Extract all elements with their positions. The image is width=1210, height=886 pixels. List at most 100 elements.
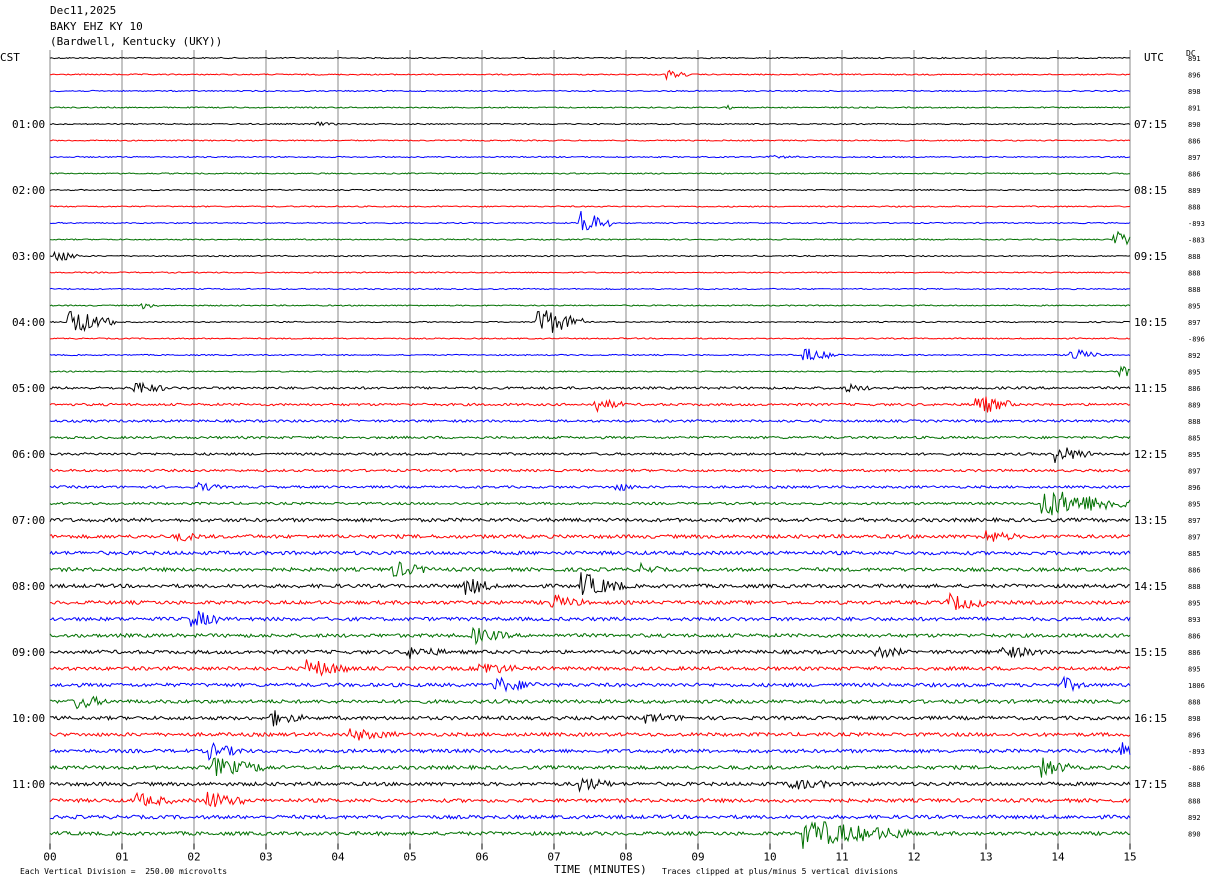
x-axis-ticks: 00 01 02 03 04 05 06 07 08 09 10 11 12 13 14 15 — [43, 843, 1137, 864]
trace-row-34 — [49, 610, 1131, 627]
dc-value-row-0: 891 — [1188, 55, 1201, 63]
trace-row-4 — [49, 121, 1131, 127]
trace-row-9 — [49, 205, 1131, 208]
trace-row-32 — [49, 572, 1131, 596]
dc-value-row-39: 888 — [1188, 699, 1201, 707]
x-tick-label-06: 06 — [475, 851, 488, 864]
x-tick-label-13: 13 — [979, 851, 992, 864]
right-time-label-12:15: 12:15 — [1134, 448, 1167, 461]
dc-value-row-10: -893 — [1188, 220, 1205, 228]
right-time-label-09:15: 09:15 — [1134, 250, 1167, 263]
dc-value-row-18: 892 — [1188, 352, 1201, 360]
dc-value-row-37: 895 — [1188, 666, 1201, 674]
dc-value-row-41: 896 — [1188, 732, 1201, 740]
x-tick-label-10: 10 — [763, 851, 776, 864]
trace-row-23 — [49, 435, 1131, 440]
dc-value-row-3: 891 — [1188, 105, 1201, 113]
x-tick-label-04: 04 — [331, 851, 345, 864]
right-time-label-17:15: 17:15 — [1134, 778, 1167, 791]
dc-value-row-6: 897 — [1188, 154, 1201, 162]
left-time-label-04:00: 04:00 — [12, 316, 45, 329]
trace-row-16 — [49, 310, 1131, 333]
left-time-label-06:00: 06:00 — [12, 448, 45, 461]
right-time-label-07:15: 07:15 — [1134, 118, 1167, 131]
x-tick-label-08: 08 — [619, 851, 632, 864]
trace-row-19 — [49, 365, 1131, 378]
dc-value-row-38: 1806 — [1188, 682, 1205, 690]
time-gridlines — [49, 50, 1131, 844]
dc-value-row-8: 889 — [1188, 187, 1201, 195]
trace-row-15 — [49, 303, 1131, 310]
dc-value-row-29: 897 — [1188, 534, 1201, 542]
trace-row-47 — [49, 821, 1131, 849]
trace-row-18 — [49, 348, 1131, 361]
trace-row-28 — [49, 517, 1131, 524]
dc-value-row-13: 888 — [1188, 270, 1201, 278]
left-time-label-11:00: 11:00 — [12, 778, 45, 791]
x-tick-label-05: 05 — [403, 851, 416, 864]
dc-value-row-24: 895 — [1188, 451, 1201, 459]
x-tick-label-02: 02 — [187, 851, 200, 864]
trace-row-45 — [49, 791, 1131, 808]
dc-value-row-11: -883 — [1188, 237, 1205, 245]
right-time-label-13:15: 13:15 — [1134, 514, 1167, 527]
dc-value-row-34: 893 — [1188, 616, 1201, 624]
trace-row-39 — [50, 695, 1131, 710]
dc-value-row-30: 885 — [1188, 550, 1201, 558]
trace-row-10 — [49, 210, 1131, 231]
trace-row-44 — [49, 777, 1131, 793]
dc-value-row-22: 888 — [1188, 418, 1201, 426]
x-tick-label-11: 11 — [835, 851, 848, 864]
right-time-label-08:15: 08:15 — [1134, 184, 1167, 197]
trace-row-3 — [49, 104, 1131, 110]
x-tick-label-01: 01 — [115, 851, 128, 864]
trace-row-43 — [49, 757, 1131, 778]
trace-row-38 — [49, 675, 1131, 693]
trace-row-40 — [49, 710, 1131, 727]
trace-row-25 — [49, 468, 1131, 473]
dc-value-row-42: -893 — [1188, 748, 1205, 756]
trace-row-1 — [49, 69, 1131, 81]
dc-value-row-47: 890 — [1188, 831, 1201, 839]
dc-value-row-14: 888 — [1188, 286, 1201, 294]
left-time-label-05:00: 05:00 — [12, 382, 45, 395]
dc-value-row-28: 897 — [1188, 517, 1201, 525]
x-tick-label-12: 12 — [907, 851, 920, 864]
right-time-label-15:15: 15:15 — [1134, 646, 1167, 659]
left-time-label-10:00: 10:00 — [12, 712, 45, 725]
right-time-label-16:15: 16:15 — [1134, 712, 1167, 725]
trace-row-5 — [49, 139, 1131, 142]
trace-row-36 — [49, 646, 1131, 660]
dc-value-row-31: 886 — [1188, 567, 1201, 575]
right-time-label-10:15: 10:15 — [1134, 316, 1167, 329]
dc-value-row-7: 886 — [1188, 171, 1201, 179]
trace-row-6 — [49, 154, 1131, 159]
dc-value-row-44: 888 — [1188, 781, 1201, 789]
dc-value-row-36: 886 — [1188, 649, 1201, 657]
x-tick-label-00: 00 — [43, 851, 56, 864]
right-time-label-14:15: 14:15 — [1134, 580, 1167, 593]
dc-value-row-12: 888 — [1188, 253, 1201, 261]
trace-row-31 — [49, 561, 1131, 577]
time-labels: 01:00 02:00 03:00 04:00 05:00 06:00 07:00 08:00… — [12, 55, 1205, 839]
dc-value-row-4: 890 — [1188, 121, 1201, 129]
trace-row-27 — [49, 491, 1131, 516]
left-time-label-03:00: 03:00 — [12, 250, 45, 263]
dc-value-row-20: 886 — [1188, 385, 1201, 393]
dc-value-row-19: 895 — [1188, 369, 1201, 377]
trace-row-42 — [49, 741, 1131, 761]
trace-row-12 — [49, 250, 1131, 262]
dc-value-row-16: 897 — [1188, 319, 1201, 327]
trace-row-17 — [49, 337, 1131, 340]
dc-value-row-27: 895 — [1188, 501, 1201, 509]
left-time-label-08:00: 08:00 — [12, 580, 45, 593]
trace-row-13 — [49, 271, 1131, 274]
seismic-traces — [49, 56, 1131, 849]
trace-row-20 — [49, 381, 1131, 393]
trace-row-41 — [49, 728, 1131, 741]
dc-value-row-46: 892 — [1188, 814, 1201, 822]
trace-row-30 — [49, 550, 1131, 556]
dc-value-row-21: 889 — [1188, 402, 1201, 410]
dc-value-row-43: -886 — [1188, 765, 1205, 773]
left-time-label-01:00: 01:00 — [12, 118, 45, 131]
